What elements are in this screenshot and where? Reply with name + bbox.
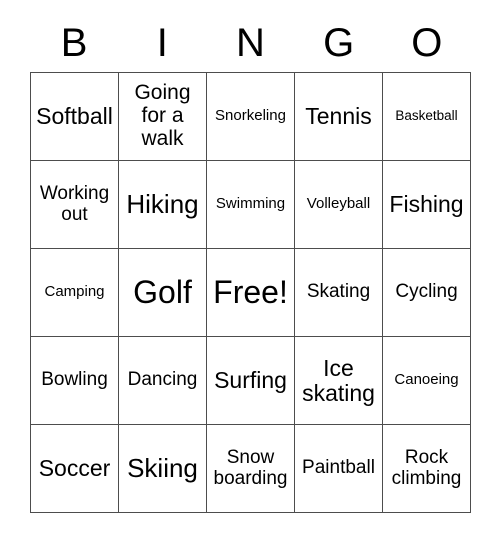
bingo-cell-label: Cycling (395, 281, 458, 303)
bingo-cell-label: Paintball (302, 457, 375, 479)
bingo-cell-label: Tennis (305, 103, 372, 130)
bingo-cell-label: Volleyball (306, 195, 371, 213)
bingo-cell-r2-c4[interactable]: Volleyball (295, 161, 383, 249)
bingo-cell-r3-c2[interactable]: Golf (119, 249, 207, 337)
bingo-cell-label: Golf (133, 274, 192, 311)
bingo-cell-label: Canoeing (394, 371, 459, 389)
bingo-cell-label: Going for a walk (134, 81, 191, 150)
bingo-cell-label: Skating (306, 281, 371, 303)
bingo-cell-label: Softball (36, 103, 113, 130)
bingo-cell-r4-c2[interactable]: Dancing (119, 337, 207, 425)
bingo-cell-label: Soccer (38, 455, 111, 482)
bingo-cell-r3-c4[interactable]: Skating (295, 249, 383, 337)
bingo-cell-r3-c1[interactable]: Camping (31, 249, 119, 337)
bingo-cell-label: Ice skating (302, 354, 375, 406)
bingo-cell-label: Surfing (214, 367, 287, 394)
bingo-cell-r1-c2[interactable]: Going for a walk (119, 73, 207, 161)
bingo-cell-label: Basketball (395, 108, 458, 124)
bingo-cell-r1-c3[interactable]: Snorkeling (207, 73, 295, 161)
bingo-cell-r5-c5[interactable]: Rock climbing (383, 425, 471, 513)
bingo-cell-free-space[interactable]: Free! (207, 249, 295, 337)
bingo-header-letter-b: B (60, 21, 88, 65)
bingo-cell-r1-c4[interactable]: Tennis (295, 73, 383, 161)
bingo-card: B I N G O Softball Going for a walk Snorkeling… (0, 0, 500, 544)
bingo-cell-r2-c2[interactable]: Hiking (119, 161, 207, 249)
bingo-header-letter-g: G (323, 21, 355, 65)
bingo-cell-label: Free! (213, 274, 288, 311)
bingo-cell-r5-c1[interactable]: Soccer (31, 425, 119, 513)
bingo-cell-label: Working out (39, 182, 110, 225)
bingo-cell-r4-c4[interactable]: Ice skating (295, 337, 383, 425)
bingo-cell-label: Snow boarding (213, 446, 288, 489)
bingo-cell-label: Snorkeling (215, 107, 286, 125)
bingo-header-row: BINGO (30, 16, 471, 70)
bingo-cell-r2-c3[interactable]: Swimming (207, 161, 295, 249)
bingo-cell-r1-c5[interactable]: Basketball (383, 73, 471, 161)
bingo-cell-r5-c2[interactable]: Skiing (119, 425, 207, 513)
bingo-header-letter-i: I (156, 21, 168, 65)
bingo-header-letter-n: N (236, 21, 265, 65)
bingo-cell-label: Swimming (215, 195, 286, 213)
bingo-cell-r4-c5[interactable]: Canoeing (383, 337, 471, 425)
bingo-cell-label: Fishing (389, 191, 464, 218)
bingo-cell-r4-c3[interactable]: Surfing (207, 337, 295, 425)
bingo-header-letter-o: O (411, 21, 443, 65)
bingo-cell-label: Hiking (126, 189, 199, 220)
bingo-cell-r5-c3[interactable]: Snow boarding (207, 425, 295, 513)
bingo-cell-label: Rock climbing (391, 446, 462, 489)
bingo-cell-label: Camping (44, 283, 105, 301)
bingo-cell-r2-c5[interactable]: Fishing (383, 161, 471, 249)
bingo-cell-r3-c5[interactable]: Cycling (383, 249, 471, 337)
bingo-cell-r5-c4[interactable]: Paintball (295, 425, 383, 513)
bingo-cell-label: Dancing (127, 369, 198, 391)
bingo-cell-r4-c1[interactable]: Bowling (31, 337, 119, 425)
bingo-cell-label: Skiing (127, 453, 198, 484)
bingo-cell-r2-c1[interactable]: Working out (31, 161, 119, 249)
bingo-cell-label: Bowling (41, 369, 108, 391)
bingo-grid: Softball Going for a walk Snorkeling Tennis… (30, 72, 471, 513)
bingo-cell-r1-c1[interactable]: Softball (31, 73, 119, 161)
